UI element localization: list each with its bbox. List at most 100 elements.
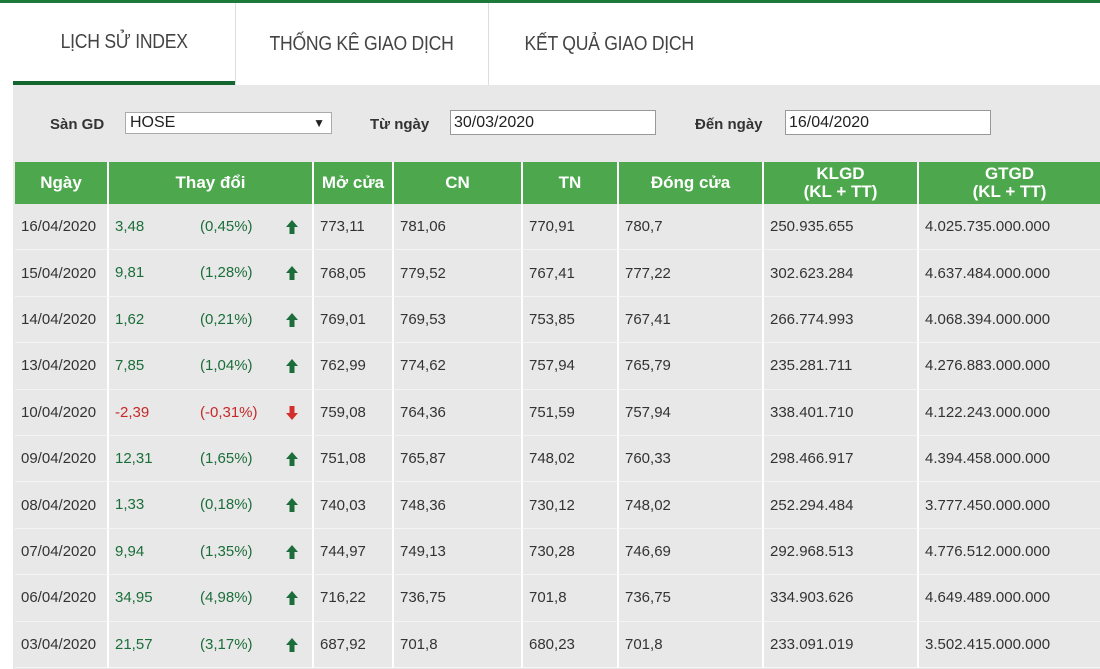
cell-low: 701,8	[523, 575, 619, 622]
column-header-high[interactable]: CN	[394, 162, 523, 204]
change-percent: (1,04%)	[200, 357, 253, 375]
cell-date: 03/04/2020	[15, 621, 109, 668]
change-value: 3,48	[115, 218, 145, 235]
cell-close: 760,33	[619, 435, 764, 483]
change-value: 21,57	[115, 635, 153, 653]
table-row: 09/04/2020 12,31 (1,65%) 751,08 765,87 748,02…	[15, 435, 1100, 483]
cell-change: -2,39 (-0,31%)	[109, 389, 314, 436]
table-row: 07/04/2020 9,94 (1,35%) 744,97 749,13 730,28 7…	[15, 528, 1100, 576]
cell-change: 3,48 (0,45%)	[109, 204, 314, 251]
column-header-value[interactable]: GTGD (KL + TT)	[919, 162, 1100, 204]
change-percent: (3,17%)	[200, 635, 253, 653]
table-row: 06/04/2020 34,95 (4,98%) 716,22 736,75 701,8 7…	[15, 575, 1100, 622]
table-row: 13/04/2020 7,85 (1,04%) 762,99 774,62 757,94 7…	[15, 343, 1100, 390]
table-row: 10/04/2020 -2,39 (-0,31%) 759,08 764,36 751,5…	[15, 389, 1100, 436]
table-header-row: Ngày Thay đổi Mở cửa CN TN Đóng cửa KLGD…	[15, 162, 1100, 204]
cell-change: 1,62 (0,21%)	[109, 296, 314, 344]
column-header-open[interactable]: Mở cửa	[314, 162, 394, 204]
cell-close: 780,7	[619, 204, 764, 251]
cell-low: 730,28	[523, 528, 619, 576]
cell-volume: 235.281.711	[764, 343, 919, 390]
exchange-select[interactable]: HOSE ▼	[125, 112, 332, 134]
cell-close: 746,69	[619, 528, 764, 576]
cell-change: 7,85 (1,04%)	[109, 343, 314, 390]
cell-open: 773,11	[314, 204, 394, 251]
cell-close: 736,75	[619, 575, 764, 622]
cell-volume: 338.401.710	[764, 389, 919, 436]
cell-volume: 250.935.655	[764, 204, 919, 251]
cell-volume: 292.968.513	[764, 528, 919, 576]
column-header-change[interactable]: Thay đổi	[109, 162, 314, 204]
cell-low: 767,41	[523, 250, 619, 297]
cell-close: 767,41	[619, 296, 764, 344]
cell-low: 757,94	[523, 343, 619, 390]
cell-high: 774,62	[394, 343, 523, 390]
cell-value: 4.068.394.000.000	[919, 297, 1100, 344]
change-percent: (1,35%)	[200, 542, 253, 560]
cell-date: 09/04/2020	[15, 435, 109, 483]
cell-volume: 334.903.626	[764, 575, 919, 622]
cell-high: 779,52	[394, 250, 523, 297]
cell-open: 769,01	[314, 296, 394, 344]
change-percent: (0,45%)	[200, 218, 253, 235]
cell-close: 765,79	[619, 343, 764, 390]
column-header-low[interactable]: TN	[523, 162, 619, 204]
tab-index-history[interactable]: LỊCH SỬ INDEX	[13, 3, 235, 85]
cell-open: 751,08	[314, 435, 394, 483]
cell-value: 4.276.883.000.000	[919, 343, 1100, 390]
tab-label: KẾT QUẢ GIAO DỊCH	[524, 32, 694, 55]
arrow-up-icon	[285, 219, 299, 235]
cell-change: 21,57 (3,17%)	[109, 621, 314, 668]
tab-trading-statistics[interactable]: THỐNG KÊ GIAO DỊCH	[235, 3, 489, 85]
arrow-up-icon	[285, 312, 299, 328]
cell-date: 07/04/2020	[15, 528, 109, 576]
cell-low: 751,59	[523, 389, 619, 436]
to-date-input[interactable]: 16/04/2020	[785, 110, 991, 135]
cell-date: 14/04/2020	[15, 296, 109, 344]
cell-volume: 266.774.993	[764, 296, 919, 344]
cell-date: 06/04/2020	[15, 575, 109, 622]
cell-low: 730,12	[523, 482, 619, 529]
cell-close: 777,22	[619, 250, 764, 297]
cell-volume: 302.623.284	[764, 250, 919, 297]
cell-close: 701,8	[619, 621, 764, 668]
column-header-date[interactable]: Ngày	[15, 162, 109, 204]
to-date-label: Đến ngày	[695, 116, 763, 133]
exchange-select-value: HOSE	[130, 114, 176, 131]
table-row: 14/04/2020 1,62 (0,21%) 769,01 769,53 753,85 7…	[15, 296, 1100, 344]
cell-high: 749,13	[394, 528, 523, 576]
tab-trading-results[interactable]: KẾT QUẢ GIAO DỊCH	[489, 3, 729, 85]
change-value: 9,81	[115, 264, 145, 282]
cell-open: 768,05	[314, 250, 394, 297]
change-percent: (1,28%)	[200, 264, 253, 282]
tab-label: LỊCH SỬ INDEX	[60, 30, 188, 53]
cell-low: 753,85	[523, 296, 619, 344]
change-value: -2,39	[115, 403, 150, 421]
cell-value: 4.122.243.000.000	[919, 390, 1100, 436]
table-row: 03/04/2020 21,57 (3,17%) 687,92 701,8 680,23 7…	[15, 621, 1100, 668]
cell-change: 9,94 (1,35%)	[109, 528, 314, 576]
column-header-close[interactable]: Đóng cửa	[619, 162, 764, 204]
cell-date: 13/04/2020	[15, 343, 109, 390]
change-value: 7,85	[115, 357, 145, 375]
cell-high: 701,8	[394, 621, 523, 668]
cell-open: 759,08	[314, 389, 394, 436]
column-header-volume[interactable]: KLGD (KL + TT)	[764, 162, 919, 204]
arrow-up-icon	[285, 451, 299, 467]
cell-low: 680,23	[523, 621, 619, 668]
cell-volume: 252.294.484	[764, 482, 919, 529]
cell-value: 4.637.484.000.000	[919, 250, 1100, 297]
change-percent: (-0,31%)	[200, 403, 258, 421]
cell-change: 34,95 (4,98%)	[109, 575, 314, 622]
cell-date: 15/04/2020	[15, 250, 109, 297]
arrow-up-icon	[285, 358, 299, 374]
cell-high: 781,06	[394, 204, 523, 251]
cell-date: 08/04/2020	[15, 482, 109, 529]
dropdown-arrow-icon: ▼	[313, 116, 325, 130]
cell-volume: 298.466.917	[764, 435, 919, 483]
from-date-input[interactable]: 30/03/2020	[450, 110, 656, 135]
cell-change: 1,33 (0,18%)	[109, 482, 314, 529]
content-panel: Sàn GD HOSE ▼ Từ ngày 30/03/2020 Đến ngà…	[13, 85, 1100, 669]
cell-date: 16/04/2020	[15, 204, 109, 251]
cell-open: 762,99	[314, 343, 394, 390]
